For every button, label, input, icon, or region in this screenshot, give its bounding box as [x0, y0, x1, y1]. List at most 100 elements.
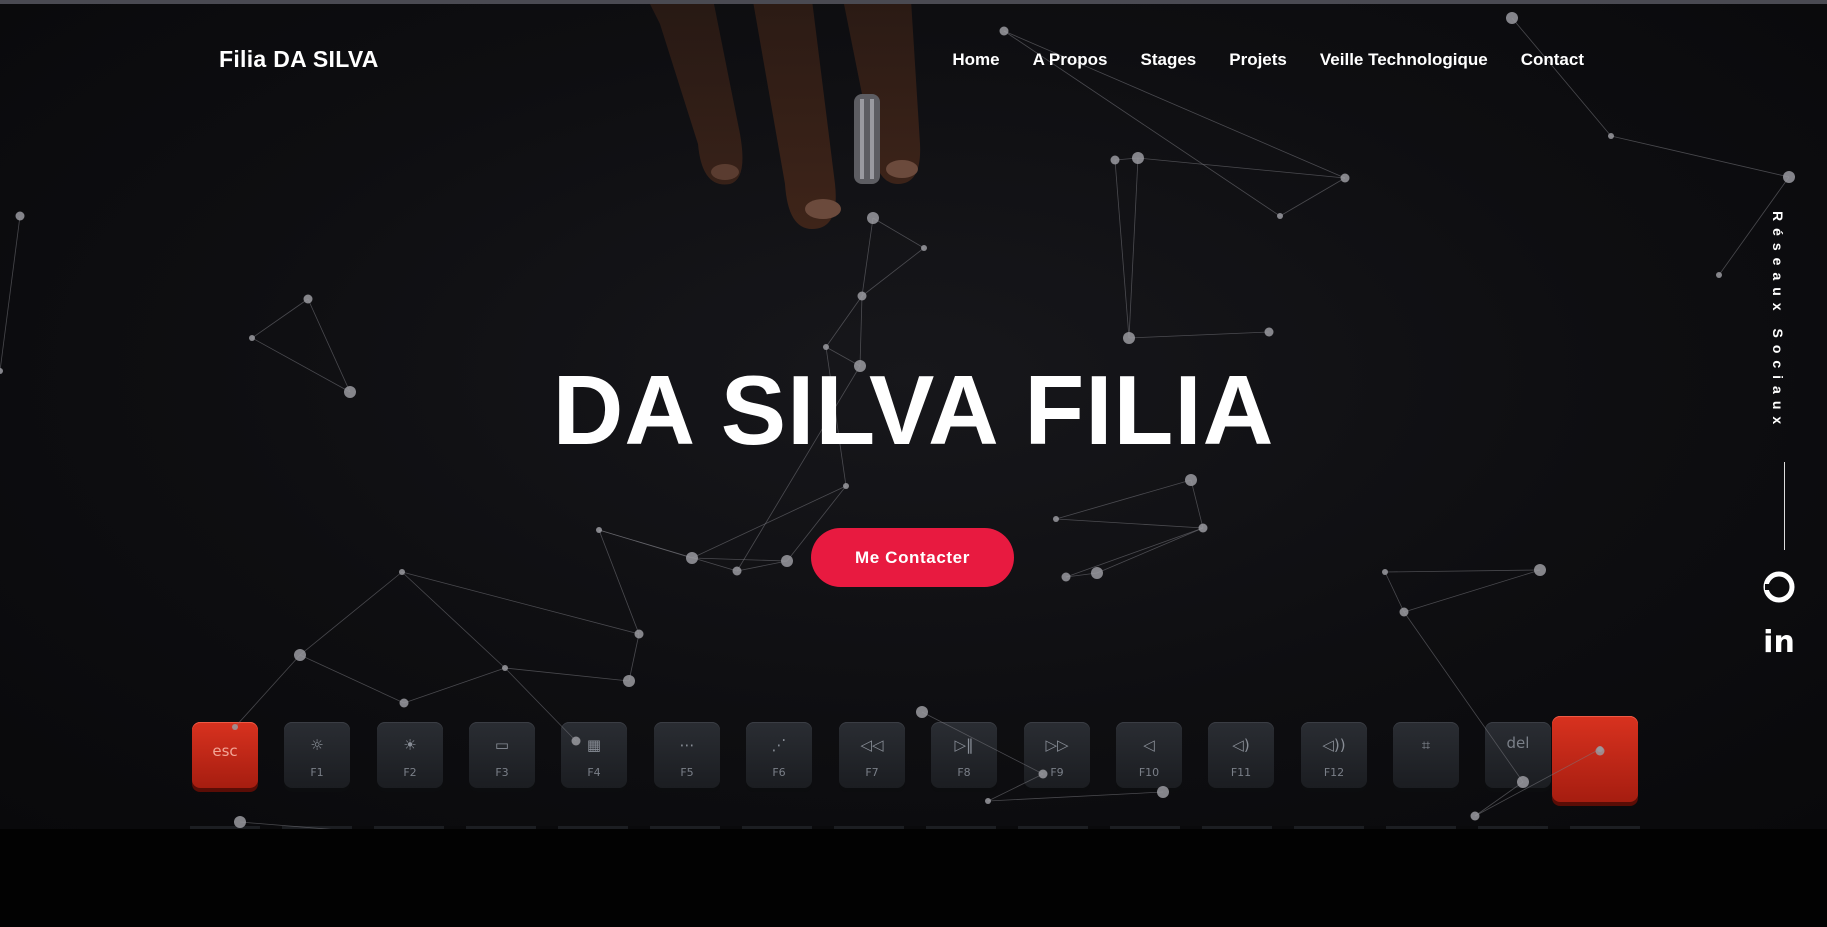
network-edge	[1065, 572, 1098, 578]
network-node	[1132, 152, 1144, 164]
network-node	[303, 294, 313, 304]
network-node	[502, 665, 508, 671]
network-node	[15, 211, 25, 221]
network-node	[999, 26, 1009, 36]
key-f11: ◁) F11	[1208, 722, 1274, 788]
network-edge	[1190, 479, 1204, 529]
network-node	[1783, 171, 1795, 183]
nav-a-propos[interactable]: A Propos	[1033, 50, 1108, 70]
network-node	[867, 212, 879, 224]
network-node	[1123, 332, 1135, 344]
network-node	[732, 566, 742, 576]
social-divider	[1784, 462, 1785, 550]
hand-image	[650, 4, 921, 229]
nav-projets[interactable]: Projets	[1229, 50, 1287, 70]
network-edge	[861, 247, 925, 297]
key-f4: ▦ F4	[561, 722, 627, 788]
network-edge	[825, 295, 863, 348]
network-edge	[691, 557, 788, 562]
network-edge	[1403, 569, 1541, 613]
site-logo[interactable]: Filia DA SILVA	[219, 46, 379, 73]
contact-button[interactable]: Me Contacter	[811, 528, 1014, 587]
network-edge	[1055, 479, 1192, 520]
github-icon[interactable]	[1762, 570, 1796, 604]
page-bottom-band	[0, 829, 1827, 927]
key-crop: ⌗	[1393, 722, 1459, 788]
nav-stages[interactable]: Stages	[1141, 50, 1197, 70]
nav-home[interactable]: Home	[952, 50, 999, 70]
network-node	[686, 552, 698, 564]
social-label: Réseaux Sociaux	[1770, 211, 1786, 432]
network-node	[857, 291, 867, 301]
key-f9: ▷▷ F9	[1024, 722, 1090, 788]
network-edge	[401, 571, 506, 669]
network-node	[1534, 564, 1546, 576]
network-node	[596, 527, 602, 533]
key-f6: ⋰ F6	[746, 722, 812, 788]
network-edge	[1511, 17, 1612, 137]
network-edge	[1114, 159, 1130, 339]
key-f12: ◁)) F12	[1301, 722, 1367, 788]
network-edge	[1128, 157, 1139, 339]
network-node	[823, 344, 829, 350]
network-edge	[401, 571, 640, 635]
key-esc: esc	[192, 722, 258, 788]
network-edge	[1279, 177, 1346, 217]
network-edge	[1384, 571, 1405, 613]
network-node	[1053, 516, 1059, 522]
hero-title: DA SILVA FILIA	[552, 355, 1275, 465]
network-edge	[1065, 527, 1204, 578]
network-edge	[251, 298, 309, 339]
key-f3: ▭ F3	[469, 722, 535, 788]
hero-section: esc ☼ F1 ☀ F2 ▭ F3 ▦ F4 ⋯ F5 ⋰ F6 ◁◁ F7 ▷‖ F8 ▷▷…	[0, 4, 1827, 829]
network-node	[1716, 272, 1722, 278]
network-edge	[1114, 157, 1139, 161]
network-edge	[403, 667, 506, 704]
network-edge	[861, 217, 874, 297]
key-f8: ▷‖ F8	[931, 722, 997, 788]
network-edge	[0, 215, 21, 372]
network-edge	[299, 654, 405, 704]
network-edge	[299, 571, 403, 656]
key-f1: ☼ F1	[284, 722, 350, 788]
network-node	[921, 245, 927, 251]
network-node	[1110, 155, 1120, 165]
network-edge	[1384, 569, 1541, 573]
network-node	[399, 569, 405, 575]
network-node	[249, 335, 255, 341]
network-edge	[1096, 527, 1204, 574]
network-edge	[504, 667, 630, 682]
network-edge	[598, 529, 693, 559]
key-del: del	[1485, 722, 1551, 788]
network-node	[1264, 327, 1274, 337]
network-node	[1198, 523, 1208, 533]
nav-contact[interactable]: Contact	[1521, 50, 1584, 70]
network-edge	[1055, 518, 1204, 529]
key-f5: ⋯ F5	[654, 722, 720, 788]
network-node	[1340, 173, 1350, 183]
key-power	[1552, 716, 1638, 802]
nav-veille-technologique[interactable]: Veille Technologique	[1320, 50, 1488, 70]
network-edge	[1137, 157, 1346, 179]
keyboard-image: esc ☼ F1 ☀ F2 ▭ F3 ▦ F4 ⋯ F5 ⋰ F6 ◁◁ F7 ▷‖ F8 ▷▷…	[190, 704, 1640, 829]
network-node	[781, 555, 793, 567]
network-edge	[872, 217, 925, 249]
network-node	[1185, 474, 1197, 486]
network-node	[1399, 607, 1409, 617]
network-edge	[598, 529, 640, 635]
network-edge	[598, 529, 738, 572]
network-node	[1061, 572, 1071, 582]
network-node	[1382, 569, 1388, 575]
network-node	[843, 483, 849, 489]
network-edge	[1610, 135, 1790, 178]
linkedin-icon[interactable]: in	[1762, 626, 1796, 660]
key-f10: ◁ F10	[1116, 722, 1182, 788]
network-node	[623, 675, 635, 687]
network-node	[1277, 213, 1283, 219]
key-f7: ◁◁ F7	[839, 722, 905, 788]
network-node	[1506, 12, 1518, 24]
key-f2: ☀ F2	[377, 722, 443, 788]
network-edge	[736, 560, 788, 572]
main-nav: Home A Propos Stages Projets Veille Tech…	[919, 50, 1584, 70]
network-node	[1091, 567, 1103, 579]
